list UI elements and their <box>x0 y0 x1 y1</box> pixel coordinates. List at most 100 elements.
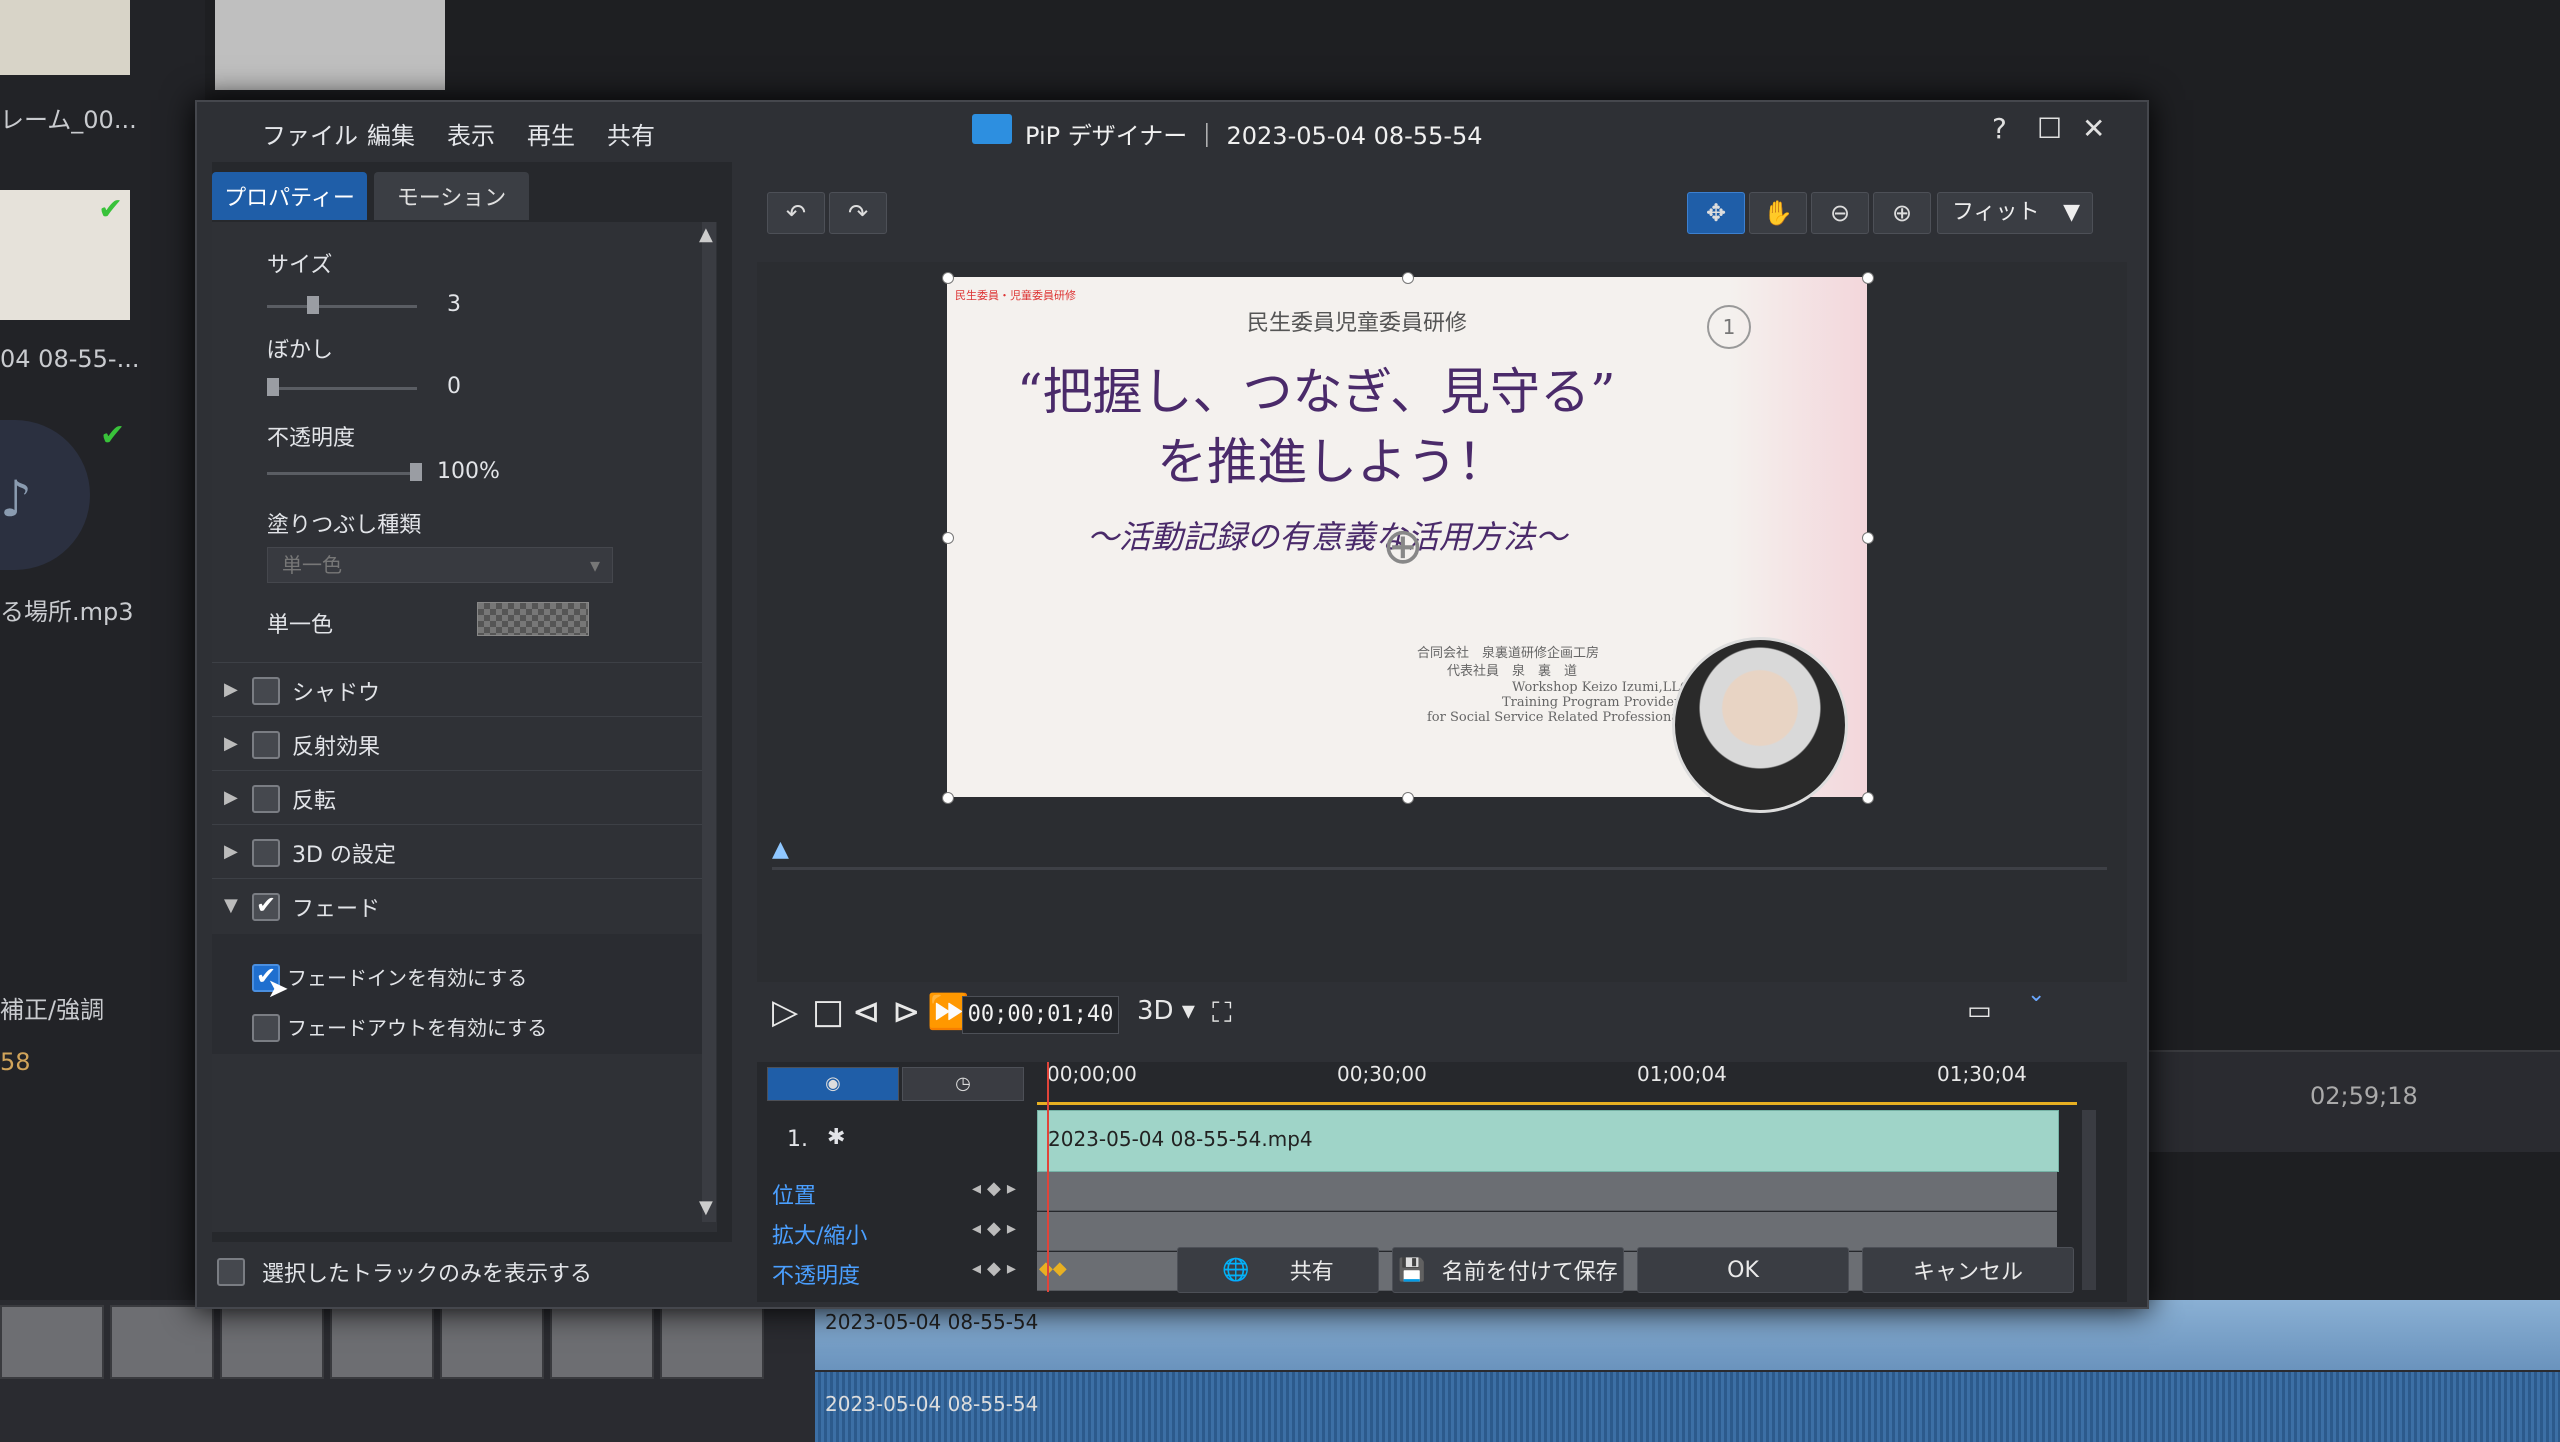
properties-scrollbar[interactable] <box>702 222 716 1222</box>
expand-arrow-icon[interactable]: ▶ <box>224 679 238 700</box>
save-as-button[interactable]: 💾 名前を付けて保存 <box>1392 1247 1624 1293</box>
slide-credit: for Social Service Related Professionals <box>1427 710 1690 725</box>
position-marker-icon[interactable]: ▲ <box>772 837 789 862</box>
keyframe-lane[interactable] <box>1037 1172 2057 1211</box>
preview-panel: ↶ ↷ ✥ ✋ ⊖ ⊕ フィット ▼ 民生委員・児童委員研修 民生委員児童委員研… <box>757 182 2137 1302</box>
help-button[interactable]: ? <box>1992 112 2007 145</box>
resize-handle[interactable] <box>942 272 954 284</box>
expand-arrow-icon[interactable]: ▶ <box>224 733 238 754</box>
ruler-label: 00;30;00 <box>1337 1062 1427 1086</box>
ok-button[interactable]: OK <box>1637 1247 1849 1293</box>
resize-handle[interactable] <box>1402 792 1414 804</box>
chevron-down-icon: ▾ <box>589 553 600 577</box>
solid-color-label: 単一色 <box>267 613 334 638</box>
zoom-out-button[interactable]: ⊖ <box>1811 192 1869 234</box>
3d-mode-dropdown[interactable]: 3D ▾ <box>1137 996 1195 1026</box>
timeline-mode-button[interactable]: ◉ <box>767 1067 899 1101</box>
zoom-fit-dropdown[interactable]: フィット ▼ <box>1937 192 2093 234</box>
timeline-ruler-background: 02;59;18 <box>2105 1050 2560 1152</box>
blur-value: 0 <box>447 374 461 399</box>
chevron-down-icon[interactable]: ⌄ <box>2027 982 2045 1007</box>
select-move-button[interactable]: ✥ <box>1687 192 1745 234</box>
pip-object-slide[interactable]: 民生委員・児童委員研修 民生委員児童委員研修 1 “把握し、つなぎ、見守る” を… <box>942 272 1874 813</box>
section-flip[interactable]: ▶ 反転 <box>212 770 702 825</box>
aspect-ratio-icon[interactable]: ▭ <box>1967 996 1992 1026</box>
fullscreen-icon[interactable]: ⛶ <box>1212 996 1232 1030</box>
shadow-checkbox[interactable] <box>252 677 280 705</box>
redo-button[interactable]: ↷ <box>829 192 887 234</box>
section-fade[interactable]: ▼ フェード <box>212 878 702 933</box>
media-thumbnail[interactable] <box>0 0 130 75</box>
menu-file[interactable]: ファイル <box>262 116 358 151</box>
fill-type-dropdown[interactable]: 単一色 ▾ <box>267 547 613 583</box>
share-label: 共有 <box>1289 1260 1334 1285</box>
zoom-in-button[interactable]: ⊕ <box>1873 192 1931 234</box>
close-button[interactable]: ✕ <box>2082 112 2105 145</box>
next-frame-icon[interactable]: ⊳ <box>892 992 921 1032</box>
preview-canvas[interactable]: 民生委員・児童委員研修 民生委員児童委員研修 1 “把握し、つなぎ、見守る” を… <box>757 262 2127 982</box>
tab-motion[interactable]: モーション <box>374 172 529 220</box>
check-icon: ✔ <box>98 192 124 227</box>
section-3d-settings[interactable]: ▶ 3D の設定 <box>212 824 702 879</box>
opacity-slider[interactable] <box>267 472 417 475</box>
previous-frame-icon[interactable]: ⊲ <box>852 992 881 1032</box>
menu-view[interactable]: 表示 <box>447 116 495 151</box>
expand-arrow-icon[interactable]: ▶ <box>224 787 238 808</box>
keyframe-nav-icon[interactable]: ◂◆▸ <box>972 1178 1022 1199</box>
resize-handle[interactable] <box>942 532 954 544</box>
fade-checkbox[interactable] <box>252 891 280 921</box>
menu-edit[interactable]: 編集 <box>367 116 415 151</box>
section-shadow[interactable]: ▶ シャドウ <box>212 662 702 717</box>
video-track-clip[interactable]: 2023-05-04 08-55-54 <box>815 1300 2560 1370</box>
timeline-clip[interactable]: 2023-05-04 08-55-54.mp4 <box>1037 1110 2059 1172</box>
resize-handle[interactable] <box>942 792 954 804</box>
size-slider[interactable] <box>267 305 417 308</box>
blur-slider[interactable] <box>267 387 417 390</box>
scroll-down-icon[interactable]: ▼ <box>699 1197 713 1218</box>
correction-label[interactable]: 補正/強調 <box>0 990 104 1025</box>
cancel-button[interactable]: キャンセル <box>1862 1247 2074 1293</box>
preview-scrubber[interactable] <box>772 867 2107 870</box>
3d-settings-checkbox[interactable] <box>252 839 280 867</box>
menu-share[interactable]: 共有 <box>607 116 655 151</box>
undo-icon: ↶ <box>785 199 807 227</box>
slide-title-line1: “把握し、つなぎ、見守る” <box>1017 363 1616 421</box>
timecode-display[interactable]: 00;00;01;40 <box>962 996 1119 1034</box>
opacity-value: 100% <box>437 459 500 484</box>
resize-handle[interactable] <box>1862 272 1874 284</box>
resize-handle[interactable] <box>1862 532 1874 544</box>
time-label: 58 <box>0 1048 31 1076</box>
share-button[interactable]: 🌐 共有 <box>1177 1247 1379 1293</box>
video-frame-thumbnail <box>550 1305 654 1379</box>
play-icon[interactable]: ▷ <box>772 992 798 1032</box>
media-thumbnail[interactable] <box>215 0 445 90</box>
maximize-button[interactable]: ☐ <box>2037 112 2062 145</box>
center-crosshair-icon[interactable]: ⊕ <box>1382 517 1424 575</box>
undo-button[interactable]: ↶ <box>767 192 825 234</box>
hand-tool-button[interactable]: ✋ <box>1749 192 1807 234</box>
app-logo-icon <box>972 114 1012 144</box>
stop-icon[interactable]: □ <box>812 992 844 1032</box>
section-reflection[interactable]: ▶ 反射効果 <box>212 716 702 771</box>
size-slider-thumb[interactable] <box>307 296 319 314</box>
scroll-up-icon[interactable]: ▲ <box>699 224 713 245</box>
audio-track-clip[interactable]: 2023-05-04 08-55-54 <box>815 1372 2560 1442</box>
blur-slider-thumb[interactable] <box>267 378 279 396</box>
resize-handle[interactable] <box>1862 792 1874 804</box>
show-selected-only-checkbox[interactable] <box>217 1258 245 1286</box>
timeline-ruler[interactable]: 00;00;00 00;30;00 01;00;04 01;30;04 <box>1037 1062 2077 1105</box>
color-swatch[interactable] <box>477 602 589 636</box>
keyframe-nav-icon[interactable]: ◂◆▸ <box>972 1218 1022 1239</box>
keyframe-label[interactable]: 位置 <box>772 1178 816 1210</box>
flip-checkbox[interactable] <box>252 785 280 813</box>
collapse-arrow-icon[interactable]: ▼ <box>224 895 238 916</box>
menu-play[interactable]: 再生 <box>527 116 575 151</box>
opacity-slider-thumb[interactable] <box>410 463 422 481</box>
resize-handle[interactable] <box>1402 272 1414 284</box>
expand-arrow-icon[interactable]: ▶ <box>224 841 238 862</box>
fade-out-checkbox[interactable] <box>252 1014 280 1042</box>
tab-properties[interactable]: プロパティー <box>212 172 367 220</box>
video-frame-thumbnail <box>0 1305 104 1379</box>
reflection-checkbox[interactable] <box>252 731 280 759</box>
timeline-clock-button[interactable]: ◷ <box>902 1067 1024 1101</box>
